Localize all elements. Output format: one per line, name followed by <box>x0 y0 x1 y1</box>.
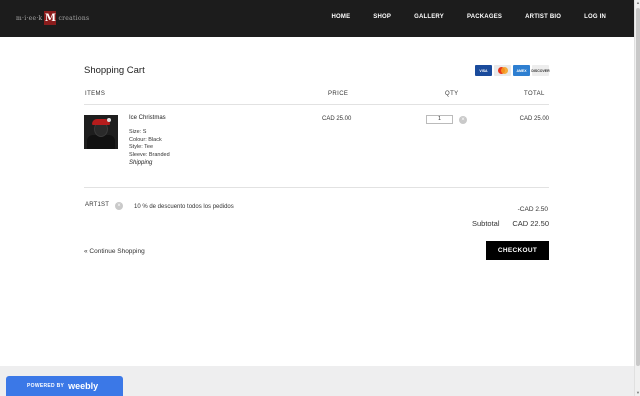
amex-card-icon: AMEX <box>513 65 530 76</box>
page-scrollbar[interactable]: ▲ ▼ <box>634 0 640 396</box>
remove-item-icon[interactable]: × <box>459 116 467 124</box>
coupon-description: 10 % de descuento todos los pedidos <box>134 204 234 210</box>
items-divider <box>84 187 549 188</box>
main-nav: HOME SHOP GALLERY PACKAGES ARTIST BIO LO… <box>308 14 606 20</box>
column-header-price: PRICE <box>328 91 349 97</box>
product-option-style: Style: Tee <box>129 144 154 150</box>
discount-amount: -CAD 2.50 <box>517 206 548 213</box>
powered-by-text: POWERED BY <box>27 383 65 389</box>
nav-artist-bio[interactable]: ARTIST BIO <box>525 14 561 20</box>
subtotal-label: Subtotal <box>472 219 500 228</box>
powered-by-weebly-badge[interactable]: POWERED BY weebly <box>6 376 123 396</box>
scroll-down-arrow-icon[interactable]: ▼ <box>635 390 640 396</box>
product-name[interactable]: Ice Christmas <box>129 115 166 121</box>
quantity-input[interactable]: 1 <box>426 115 453 124</box>
column-header-items: ITEMS <box>85 91 106 97</box>
top-navigation-bar: m·i·ee·k M creations HOME SHOP GALLERY P… <box>0 0 634 37</box>
payment-cards: VISA AMEX DISCOVER <box>475 65 550 76</box>
product-thumbnail[interactable] <box>84 115 118 149</box>
product-option-colour: Colour: Black <box>129 137 162 143</box>
product-option-sleeve: Sleeve: Branded <box>129 152 170 158</box>
scrollbar-thumb[interactable] <box>636 8 640 366</box>
item-total: CAD 25.00 <box>519 116 549 122</box>
mastercard-icon <box>494 65 511 76</box>
remove-coupon-icon[interactable]: × <box>115 202 123 210</box>
nav-home[interactable]: HOME <box>331 14 350 20</box>
coupon-code: ART1ST <box>85 202 110 208</box>
subtotal-value: CAD 22.50 <box>512 219 549 228</box>
page-title: Shopping Cart <box>84 65 145 76</box>
item-price: CAD 25.00 <box>322 116 352 122</box>
nav-log-in[interactable]: LOG IN <box>584 14 606 20</box>
nav-packages[interactable]: PACKAGES <box>467 14 502 20</box>
continue-shopping-link[interactable]: « Continue Shopping <box>84 248 145 255</box>
nav-shop[interactable]: SHOP <box>373 14 391 20</box>
logo-text-left: m·i·ee·k <box>16 14 43 22</box>
weebly-logo: weebly <box>68 381 99 391</box>
product-option-size: Size: S <box>129 129 147 135</box>
nav-gallery[interactable]: GALLERY <box>414 14 444 20</box>
column-header-qty: QTY <box>445 91 459 97</box>
header-divider <box>84 104 549 105</box>
scroll-up-arrow-icon[interactable]: ▲ <box>635 0 640 6</box>
discover-card-icon: DISCOVER <box>531 65 550 76</box>
visa-card-icon: VISA <box>475 65 492 76</box>
logo-mark: M <box>44 11 57 25</box>
shipping-label: Shipping <box>129 160 153 166</box>
logo-text-right: creations <box>58 14 90 22</box>
column-header-total: TOTAL <box>524 91 545 97</box>
site-logo[interactable]: m·i·ee·k M creations <box>16 10 89 26</box>
checkout-button[interactable]: CHECKOUT <box>486 241 549 260</box>
